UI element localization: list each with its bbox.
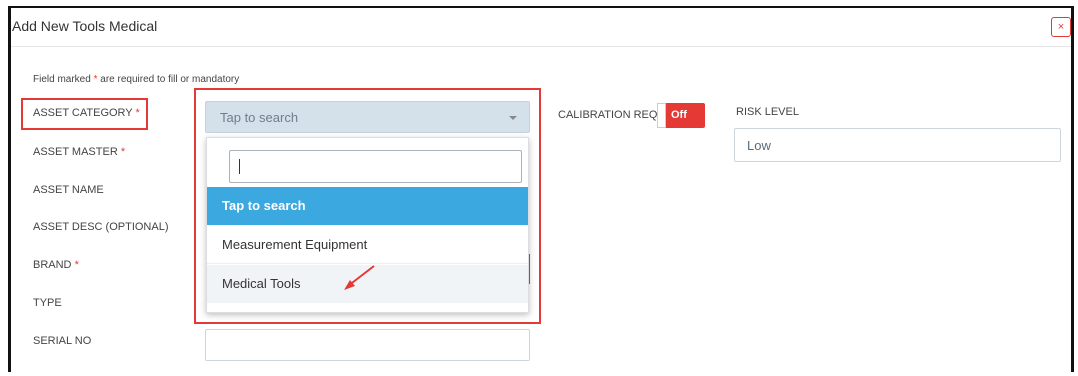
brand-label: BRAND * [33, 259, 79, 271]
calibration-toggle-label: Off [671, 109, 687, 121]
asset-name-label: ASSET NAME [33, 184, 104, 196]
risk-level-value: Low [747, 138, 771, 153]
close-button[interactable]: × [1051, 17, 1071, 37]
dropdown-option-measurement-equipment[interactable]: Measurement Equipment [207, 226, 528, 264]
risk-level-input[interactable]: Low [734, 128, 1061, 162]
calibration-toggle[interactable]: Off [657, 103, 705, 128]
required-note-suffix: are required to fill or mandatory [100, 74, 240, 85]
asset-desc-label: ASSET DESC (OPTIONAL) [33, 221, 169, 233]
required-note: Field marked * are required to fill or m… [33, 74, 239, 85]
serial-no-input[interactable] [205, 329, 530, 361]
asset-category-select[interactable]: Tap to search [205, 101, 530, 133]
toggle-knob [657, 103, 666, 128]
dialog [8, 6, 1074, 372]
text-cursor [239, 159, 240, 174]
chevron-down-icon [509, 116, 517, 120]
required-star: * [120, 146, 126, 158]
type-label: TYPE [33, 297, 62, 309]
dropdown-option-tap-to-search[interactable]: Tap to search [207, 187, 528, 225]
required-star: * [135, 107, 140, 119]
asset-category-placeholder: Tap to search [220, 110, 299, 125]
dropdown-search-input[interactable] [229, 150, 522, 183]
dialog-title: Add New Tools Medical [12, 18, 158, 34]
pointer-arrow-icon [344, 265, 375, 290]
required-note-prefix: Field marked [33, 74, 91, 85]
required-star: * [74, 259, 79, 271]
calibration-req-label: CALIBRATION REQ [558, 109, 658, 121]
risk-level-label: RISK LEVEL [736, 106, 799, 118]
serial-no-label: SERIAL NO [33, 335, 92, 347]
asset-master-label-text: ASSET MASTER [33, 146, 118, 158]
brand-label-text: BRAND [33, 259, 72, 271]
header-divider [11, 46, 1071, 47]
asset-category-label-text: ASSET CATEGORY [33, 107, 133, 119]
asset-category-label: ASSET CATEGORY * [33, 107, 140, 119]
asset-master-label: ASSET MASTER * [33, 146, 125, 158]
required-star: * [93, 74, 98, 85]
